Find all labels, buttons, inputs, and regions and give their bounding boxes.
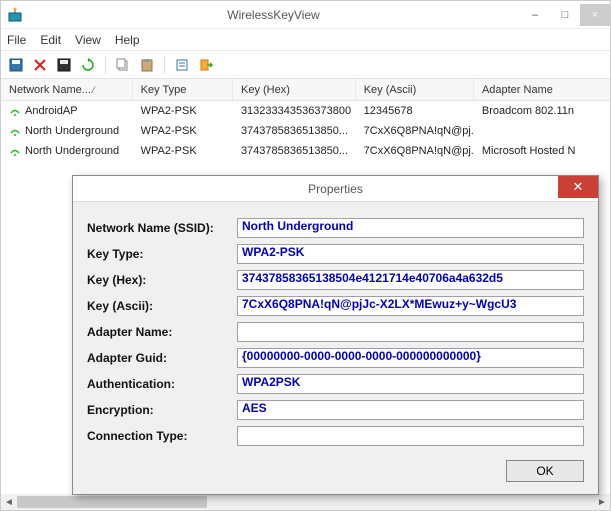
col-key-ascii[interactable]: Key (Ascii) — [356, 79, 474, 100]
cell-hex: 3743785836513850... — [233, 121, 356, 141]
table-row[interactable]: North Underground WPA2-PSK 3743785836513… — [1, 121, 610, 141]
close-icon: ✕ — [573, 179, 584, 195]
field-adapter[interactable] — [237, 322, 584, 342]
cell-ascii: 7CxX6Q8PNA!qN@pj... — [356, 141, 474, 161]
dialog-body: Network Name (SSID):North Underground Ke… — [73, 202, 598, 456]
list-header: Network Name...⁄ Key Type Key (Hex) Key … — [1, 79, 610, 101]
dialog-close-button[interactable]: ✕ — [558, 176, 598, 198]
cell-adapter — [474, 121, 610, 141]
field-enc[interactable]: AES — [237, 400, 584, 420]
label-adapter: Adapter Name: — [87, 325, 237, 339]
save-icon[interactable] — [7, 56, 25, 74]
cell-type: WPA2-PSK — [133, 101, 233, 121]
app-icon — [7, 7, 23, 23]
label-auth: Authentication: — [87, 377, 237, 391]
field-guid[interactable]: {00000000-0000-0000-0000-000000000000} — [237, 348, 584, 368]
label-ascii: Key (Ascii): — [87, 299, 237, 313]
field-ssid[interactable]: North Underground — [237, 218, 584, 238]
field-type[interactable]: WPA2-PSK — [237, 244, 584, 264]
list-body: AndroidAP WPA2-PSK 3132333435363738​00 1… — [1, 101, 610, 161]
cell-name: AndroidAP — [25, 105, 78, 117]
cell-name: North Underground — [25, 125, 119, 137]
copy-icon[interactable] — [114, 56, 132, 74]
cell-type: WPA2-PSK — [133, 141, 233, 161]
scroll-left-icon[interactable]: ◄ — [1, 494, 17, 510]
titlebar: WirelessKeyView – □ × — [1, 1, 610, 29]
dialog-titlebar: Properties ✕ — [73, 176, 598, 202]
scroll-right-icon[interactable]: ► — [594, 494, 610, 510]
menu-file[interactable]: File — [7, 33, 26, 47]
cell-type: WPA2-PSK — [133, 121, 233, 141]
col-key-type[interactable]: Key Type — [133, 79, 233, 100]
minimize-button[interactable]: – — [520, 4, 550, 26]
cell-name: North Underground — [25, 145, 119, 157]
cell-ascii: 7CxX6Q8PNA!qN@pj... — [356, 121, 474, 141]
horizontal-scrollbar[interactable]: ◄ ► — [1, 494, 610, 510]
window-title: WirelessKeyView — [27, 8, 520, 22]
properties-dialog: Properties ✕ Network Name (SSID):North U… — [72, 175, 599, 495]
wifi-icon — [9, 145, 21, 157]
dialog-footer: OK — [73, 456, 598, 494]
label-conn: Connection Type: — [87, 429, 237, 443]
field-auth[interactable]: WPA2PSK — [237, 374, 584, 394]
col-network-name[interactable]: Network Name...⁄ — [1, 79, 133, 100]
table-row[interactable]: AndroidAP WPA2-PSK 3132333435363738​00 1… — [1, 101, 610, 121]
label-enc: Encryption: — [87, 403, 237, 417]
separator — [105, 56, 106, 74]
col-adapter[interactable]: Adapter Name — [474, 79, 610, 100]
table-row[interactable]: North Underground WPA2-PSK 3743785836513… — [1, 141, 610, 161]
scroll-track[interactable] — [17, 494, 594, 510]
field-hex[interactable]: 37437858365138504e4121714e40706a4a632d5 — [237, 270, 584, 290]
ok-button[interactable]: OK — [506, 460, 584, 482]
close-button[interactable]: × — [580, 4, 610, 26]
menu-help[interactable]: Help — [115, 33, 140, 47]
cell-hex: 3132333435363738​00 — [233, 101, 356, 121]
cell-adapter: Broadcom 802.11n — [474, 101, 610, 121]
cell-ascii: 12345678 — [356, 101, 474, 121]
separator — [164, 56, 165, 74]
cell-adapter: Microsoft Hosted N — [474, 141, 610, 161]
scroll-thumb[interactable] — [17, 496, 207, 508]
refresh-icon[interactable] — [79, 56, 97, 74]
window-buttons: – □ × — [520, 4, 610, 26]
col-label: Network Name... — [9, 84, 91, 96]
save-all-icon[interactable] — [55, 56, 73, 74]
label-ssid: Network Name (SSID): — [87, 221, 237, 235]
field-conn[interactable] — [237, 426, 584, 446]
label-type: Key Type: — [87, 247, 237, 261]
maximize-button[interactable]: □ — [550, 4, 580, 26]
exit-icon[interactable] — [197, 56, 215, 74]
sort-indicator: ⁄ — [93, 85, 95, 95]
label-hex: Key (Hex): — [87, 273, 237, 287]
paste-icon[interactable] — [138, 56, 156, 74]
properties-icon[interactable] — [173, 56, 191, 74]
col-key-hex[interactable]: Key (Hex) — [233, 79, 356, 100]
menu-view[interactable]: View — [75, 33, 101, 47]
menubar: File Edit View Help — [1, 29, 610, 51]
dialog-title: Properties — [308, 182, 363, 196]
cell-hex: 3743785836513850... — [233, 141, 356, 161]
delete-icon[interactable] — [31, 56, 49, 74]
field-ascii[interactable]: 7CxX6Q8PNA!qN@pjJc-X2LX*MEwuz+y~WgcU3 — [237, 296, 584, 316]
wifi-icon — [9, 125, 21, 137]
menu-edit[interactable]: Edit — [40, 33, 61, 47]
toolbar — [1, 51, 610, 79]
wifi-icon — [9, 105, 21, 117]
label-guid: Adapter Guid: — [87, 351, 237, 365]
